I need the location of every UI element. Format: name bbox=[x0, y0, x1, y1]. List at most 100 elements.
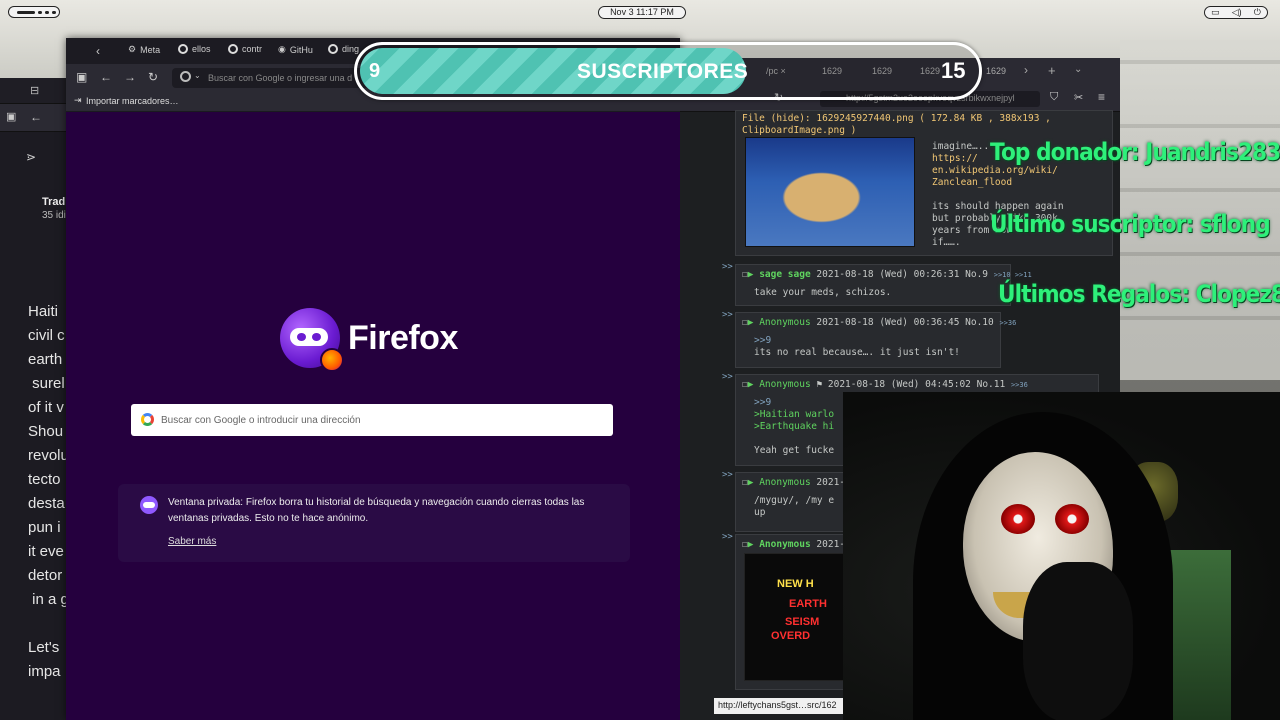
poster-name[interactable]: Anonymous bbox=[759, 539, 810, 550]
current-subs: 9 bbox=[369, 60, 381, 82]
post-header: ☐▶ Anonymous 2021-0 bbox=[742, 477, 851, 488]
post-body-2: up bbox=[754, 507, 766, 518]
mask-eye-right bbox=[1055, 504, 1089, 534]
op-body-line[interactable]: en.wikipedia.org/wiki/ bbox=[932, 165, 1064, 177]
reload-icon[interactable]: ↻ bbox=[148, 70, 158, 84]
tab-3[interactable]: contr bbox=[228, 44, 262, 54]
tab-2[interactable]: ellos bbox=[178, 44, 211, 54]
activities-button[interactable] bbox=[8, 6, 60, 18]
post-10: ☐▶ Anonymous 2021-08-18 (Wed) 00:36:45 N… bbox=[735, 312, 1016, 368]
mask-eye-left bbox=[1001, 504, 1035, 534]
post-header: ☐▶ Anonymous 2021-08-18 (Wed) 00:36:45 N… bbox=[742, 317, 1016, 328]
background-browser-window: ⊟ ▣ ← ⋗ Trad 35 idi Haiti civil c earth … bbox=[0, 78, 70, 720]
sidebar-icon[interactable]: ▣ bbox=[76, 70, 87, 84]
reply-arrow: >> bbox=[722, 532, 733, 542]
bg-tab-bar: ⊟ bbox=[0, 78, 70, 104]
learn-more-link[interactable]: Saber más bbox=[168, 536, 216, 547]
goal-label: SUSCRIPTORES bbox=[577, 60, 749, 83]
tab-scroll-right-icon[interactable]: › bbox=[1024, 63, 1028, 77]
poster-text: EARTH bbox=[789, 598, 827, 610]
system-tray[interactable]: ▭ ◁) ⏻ bbox=[1204, 6, 1268, 19]
poster-text: NEW H bbox=[777, 578, 814, 590]
poster-name[interactable]: Anonymous bbox=[759, 317, 810, 328]
tab-label: ding bbox=[342, 44, 360, 54]
private-info-card: Ventana privada: Firefox borra tu histor… bbox=[118, 484, 630, 562]
tab-label: ellos bbox=[192, 44, 211, 54]
post-body: take your meds, schizos. bbox=[754, 287, 892, 298]
op-body-line[interactable]: Zanclean_flood bbox=[932, 177, 1064, 189]
top-bar: Nov 3 11:17 PM ▭ ◁) ⏻ bbox=[0, 0, 1280, 24]
private-mask-icon bbox=[140, 496, 158, 514]
webcam-feed bbox=[843, 392, 1280, 720]
poster-text: OVERD bbox=[771, 630, 811, 642]
post-image[interactable]: NEW H EARTH SEISM OVERD bbox=[744, 553, 844, 681]
firefox-private-window: ‹ ⚙ Meta ellos contr ◉ GitHu ding ▣ ← → ↻ … bbox=[66, 38, 680, 720]
file-info-2: ClipboardImage.png ) bbox=[742, 125, 857, 136]
poster-name[interactable]: Anonymous bbox=[759, 379, 810, 390]
status-bar-url: http://leftychans5gst…src/162 bbox=[714, 698, 844, 714]
quote-link[interactable]: >>9 bbox=[754, 335, 771, 347]
poster-name[interactable]: Anonymous bbox=[759, 477, 810, 488]
tabs-icon[interactable]: ⊟ bbox=[30, 84, 39, 97]
forward-icon[interactable]: → bbox=[124, 70, 136, 84]
post-date[interactable]: 2021-08-18 (Wed) 00:26:31 No.9 bbox=[816, 269, 988, 280]
url-placeholder: Buscar con Google o ingresar una d bbox=[208, 73, 353, 83]
power-icon: ⏻ bbox=[1253, 7, 1261, 17]
translate-title: Trad bbox=[42, 196, 66, 208]
tab-5[interactable]: 1629 bbox=[986, 66, 1006, 76]
goal-subs: 15 bbox=[941, 58, 966, 83]
expand-icon[interactable]: ▶ bbox=[748, 379, 754, 390]
expand-icon[interactable]: ▶ bbox=[748, 269, 754, 280]
backlinks[interactable]: >>36 bbox=[999, 319, 1016, 327]
back-icon[interactable]: ← bbox=[30, 110, 42, 124]
firefox-logo: Firefox bbox=[280, 308, 458, 372]
post-body: Yeah get fucke bbox=[754, 445, 835, 456]
extensions-icon[interactable]: ✂ bbox=[1074, 91, 1083, 104]
post-image[interactable] bbox=[745, 137, 915, 247]
backlinks[interactable]: >>36 bbox=[1011, 381, 1028, 389]
poster-text: SEISM bbox=[785, 616, 820, 628]
volume-icon: ◁) bbox=[1231, 7, 1242, 17]
post-date[interactable]: 2021-08-18 (Wed) 00:36:45 No.10 bbox=[816, 317, 993, 328]
expand-icon[interactable]: ▶ bbox=[748, 317, 754, 328]
post-date[interactable]: 2021-08-18 (Wed) 04:45:02 No.11 bbox=[828, 379, 1005, 390]
clock[interactable]: Nov 3 11:17 PM bbox=[598, 6, 686, 19]
google-icon bbox=[228, 44, 238, 54]
post-body: its no real because…. it just isn't! bbox=[754, 347, 960, 358]
backlinks[interactable]: >>10 >>11 bbox=[994, 271, 1032, 279]
github-icon: ◉ bbox=[278, 44, 286, 54]
reply-arrow: >> bbox=[722, 310, 733, 320]
tab-5[interactable]: ding bbox=[328, 44, 359, 54]
google-icon bbox=[180, 71, 191, 82]
article-text: Haiti civil c earth surel of it v Shou r… bbox=[28, 303, 69, 680]
chevron-down-icon[interactable]: ⌄ bbox=[1074, 64, 1082, 75]
sidebar-icon[interactable]: ▣ bbox=[6, 110, 16, 123]
chevron-down-icon[interactable]: ⌄ bbox=[194, 71, 201, 80]
bg-nav-bar: ▣ ← bbox=[0, 104, 70, 132]
reply-arrow: >> bbox=[722, 262, 733, 272]
subscriber-goal-bar: 9 SUSCRIPTORES 15 bbox=[354, 42, 982, 100]
search-input[interactable]: Buscar con Google o introducir una direc… bbox=[131, 404, 613, 436]
menu-icon[interactable]: ≡ bbox=[1098, 90, 1105, 104]
expand-icon[interactable]: ▶ bbox=[748, 477, 754, 488]
tab-scroll-left-icon[interactable]: ‹ bbox=[96, 44, 100, 58]
shield-icon[interactable]: ⛉ bbox=[1050, 91, 1058, 104]
poster-name[interactable]: sage sage bbox=[759, 269, 810, 280]
expand-icon[interactable]: ▶ bbox=[748, 539, 754, 550]
quote-link[interactable]: >>9 bbox=[754, 397, 771, 409]
screen-icon: ▭ bbox=[1211, 7, 1220, 17]
bg-page: ⋗ Trad 35 idi Haiti civil c earth surel … bbox=[0, 132, 70, 720]
google-icon bbox=[328, 44, 338, 54]
tab-1[interactable]: ⚙ Meta bbox=[128, 44, 160, 55]
logo-text: Firefox bbox=[348, 318, 458, 357]
back-icon[interactable]: ← bbox=[100, 70, 112, 84]
post-header: ☐▶ sage sage 2021-08-18 (Wed) 00:26:31 N… bbox=[742, 269, 1032, 280]
tab-4[interactable]: ◉ GitHu bbox=[278, 44, 313, 55]
search-placeholder: Buscar con Google o introducir una direc… bbox=[161, 414, 361, 426]
file-info[interactable]: File (hide): 1629245927440.png ( 172.84 … bbox=[742, 113, 1051, 124]
new-tab-icon[interactable]: + bbox=[1048, 63, 1056, 78]
post-body: /myguy/, /my e bbox=[754, 495, 835, 506]
share-icon[interactable]: ⋗ bbox=[26, 150, 36, 164]
reply-arrow: >> bbox=[722, 372, 733, 382]
greentext: >Haitian warlo bbox=[754, 409, 835, 420]
